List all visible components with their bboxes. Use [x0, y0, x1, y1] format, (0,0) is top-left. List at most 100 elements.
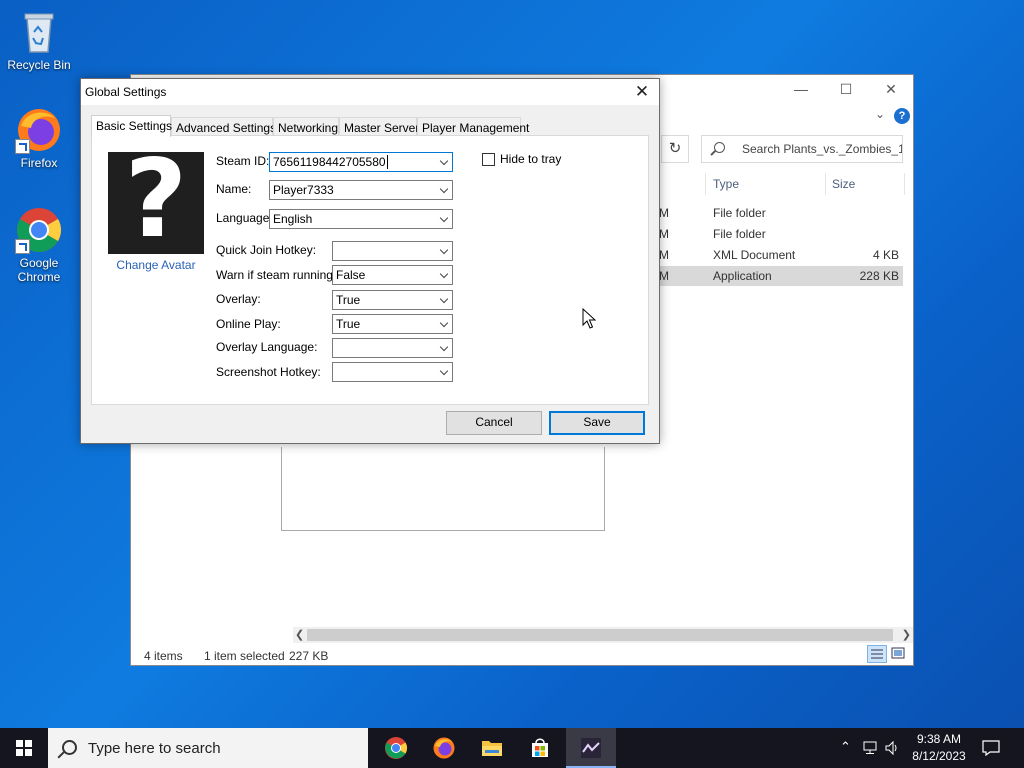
- taskbar: Type here to search ⌃ 9:38 AM 8/12/2023: [0, 728, 1024, 768]
- chrome-icon: [15, 206, 63, 254]
- shortcut-arrow-icon: [15, 139, 30, 154]
- name-combo[interactable]: Player7333: [269, 180, 453, 200]
- chevron-down-icon[interactable]: [439, 156, 449, 166]
- horizontal-scrollbar[interactable]: ❮ ❯: [293, 627, 913, 643]
- column-separator: [825, 173, 826, 195]
- status-selection: 1 item selected: [204, 649, 285, 663]
- screenshot-hotkey-combo[interactable]: [332, 362, 453, 382]
- overlay-label: Overlay:: [216, 292, 261, 306]
- online-play-value: True: [336, 317, 361, 331]
- cancel-button[interactable]: Cancel: [446, 411, 542, 435]
- store-icon: [532, 738, 548, 757]
- file-row[interactable]: M File folder: [659, 224, 903, 244]
- taskbar-app-settings-tool[interactable]: [566, 728, 616, 768]
- file-row[interactable]: M XML Document 4 KB: [659, 245, 903, 265]
- desktop-icon-chrome[interactable]: Google Chrome: [1, 206, 77, 284]
- clock-time: 9:38 AM: [916, 732, 962, 746]
- notification-icon[interactable]: [982, 740, 1000, 756]
- chevron-down-icon[interactable]: [439, 269, 449, 279]
- warn-steam-running-value: False: [336, 268, 366, 282]
- network-icon[interactable]: [862, 741, 878, 755]
- warn-steam-running-label: Warn if steam running:: [216, 268, 337, 282]
- chevron-down-icon[interactable]: [439, 294, 449, 304]
- desktop-icon-firefox[interactable]: Firefox: [1, 106, 77, 170]
- question-mark-icon: ?: [124, 137, 188, 262]
- row-type: XML Document: [713, 248, 796, 262]
- dialog-title: Global Settings: [85, 85, 167, 99]
- row-date-fragment: M: [659, 206, 669, 220]
- dialog-titlebar[interactable]: Global Settings ✕: [81, 79, 659, 105]
- chevron-down-icon[interactable]: [439, 213, 449, 223]
- taskbar-app-store[interactable]: [516, 728, 564, 768]
- chevron-down-icon[interactable]: ⌄: [875, 107, 885, 121]
- column-header-size[interactable]: Size: [832, 177, 855, 191]
- taskbar-search-input[interactable]: Type here to search: [48, 728, 368, 768]
- chevron-up-icon[interactable]: ⌃: [840, 739, 851, 755]
- quick-join-hotkey-combo[interactable]: [332, 241, 453, 261]
- screenshot-hotkey-label: Screenshot Hotkey:: [216, 365, 321, 379]
- clock-date: 8/12/2023: [912, 749, 966, 763]
- file-row-selected[interactable]: M Application 228 KB: [659, 266, 903, 286]
- chevron-down-icon[interactable]: [439, 318, 449, 328]
- app-icon: [581, 738, 601, 758]
- taskbar-app-file-explorer[interactable]: [468, 728, 516, 768]
- windows-logo-icon: [16, 740, 32, 756]
- desktop-icon-recycle-bin[interactable]: Recycle Bin: [1, 8, 77, 72]
- tab-master-server[interactable]: Master Server: [339, 117, 419, 135]
- hide-to-tray-label[interactable]: Hide to tray: [500, 152, 561, 166]
- chevron-down-icon[interactable]: [439, 366, 449, 376]
- steam-id-combo[interactable]: 76561198442705580: [269, 152, 453, 172]
- warn-steam-running-combo[interactable]: False: [332, 265, 453, 285]
- change-avatar-link[interactable]: Change Avatar: [108, 258, 204, 272]
- column-separator: [705, 173, 706, 195]
- scroll-right-icon[interactable]: ❯: [902, 628, 911, 641]
- explorer-search-input[interactable]: Search Plants_vs._Zombies_1...: [701, 135, 903, 163]
- tab-basic-settings[interactable]: Basic Settings: [91, 115, 172, 137]
- details-view-button[interactable]: [867, 645, 887, 663]
- taskbar-app-chrome[interactable]: [372, 728, 420, 768]
- chevron-down-icon[interactable]: [439, 184, 449, 194]
- scroll-left-icon[interactable]: ❮: [295, 628, 304, 641]
- minimize-icon[interactable]: —: [791, 81, 811, 99]
- column-separator: [904, 173, 905, 195]
- row-size: 228 KB: [859, 269, 899, 283]
- column-header-type[interactable]: Type: [713, 177, 739, 191]
- close-icon[interactable]: ✕: [881, 81, 901, 99]
- tab-player-management[interactable]: Player Management: [417, 117, 529, 135]
- start-button[interactable]: [0, 728, 48, 768]
- global-settings-dialog[interactable]: Global Settings ✕ Basic Settings Advance…: [80, 78, 660, 444]
- file-row[interactable]: M File folder: [659, 203, 903, 223]
- hide-to-tray-checkbox[interactable]: [482, 153, 495, 166]
- overlay-language-combo[interactable]: [332, 338, 453, 358]
- language-value: English: [273, 212, 313, 226]
- scrollbar-thumb[interactable]: [307, 629, 893, 641]
- mouse-cursor-icon: [582, 308, 596, 329]
- refresh-button[interactable]: ↻: [661, 135, 689, 163]
- avatar[interactable]: ?: [108, 140, 204, 260]
- row-type: File folder: [713, 227, 766, 241]
- chevron-down-icon[interactable]: [439, 245, 449, 255]
- large-icons-view-button[interactable]: [889, 645, 909, 663]
- row-size: 4 KB: [872, 248, 899, 262]
- chevron-down-icon[interactable]: [439, 342, 449, 352]
- online-play-label: Online Play:: [216, 317, 281, 331]
- status-bar: 4 items 1 item selected 227 KB: [131, 647, 913, 665]
- volume-icon[interactable]: [884, 740, 900, 756]
- firefox-icon: [15, 106, 63, 154]
- help-icon[interactable]: ?: [894, 108, 910, 124]
- taskbar-clock[interactable]: 9:38 AM 8/12/2023: [906, 731, 972, 765]
- online-play-combo[interactable]: True: [332, 314, 453, 334]
- tab-networking[interactable]: Networking: [273, 117, 339, 135]
- system-tray: ⌃: [836, 728, 906, 768]
- language-combo[interactable]: English: [269, 209, 453, 229]
- row-date-fragment: M: [659, 227, 669, 241]
- taskbar-app-firefox[interactable]: [420, 728, 468, 768]
- overlay-combo[interactable]: True: [332, 290, 453, 310]
- name-value: Player7333: [273, 183, 334, 197]
- maximize-icon[interactable]: ☐: [836, 81, 856, 99]
- close-icon[interactable]: ✕: [629, 81, 655, 103]
- save-button[interactable]: Save: [549, 411, 645, 435]
- steam-id-value: 76561198442705580: [273, 155, 386, 169]
- tab-advanced-settings[interactable]: Advanced Settings: [171, 117, 276, 135]
- details-view-icon: [871, 649, 883, 659]
